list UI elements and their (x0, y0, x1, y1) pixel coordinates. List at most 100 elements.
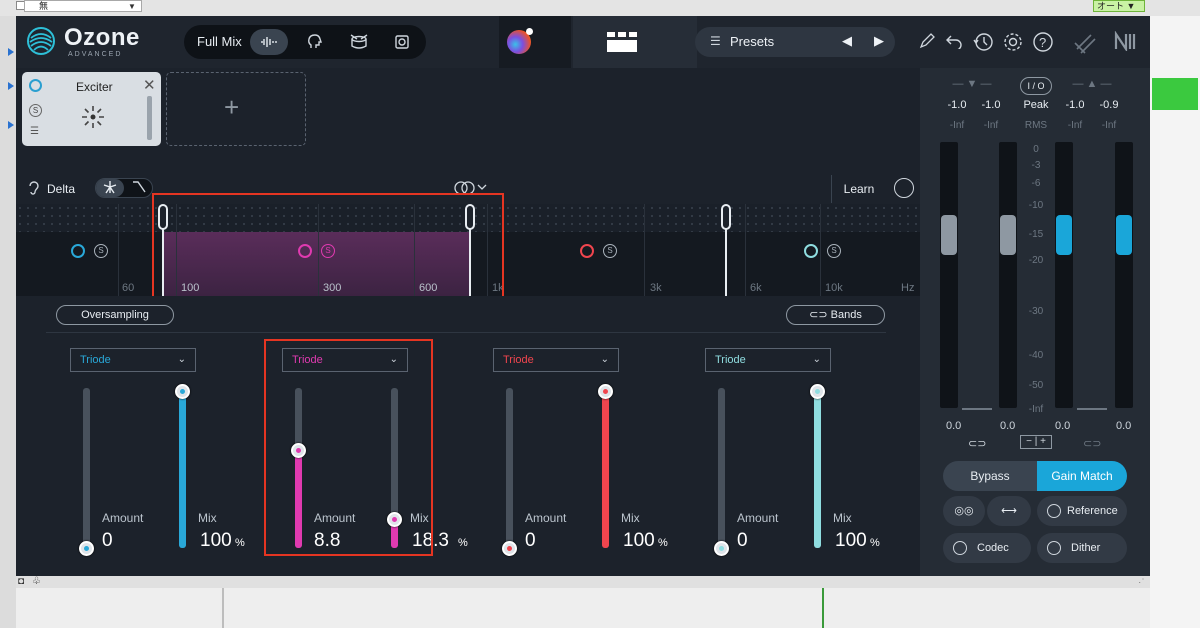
host-divider (222, 588, 224, 628)
band-1-amount-slider[interactable] (79, 541, 94, 556)
native-instruments-logo-icon[interactable] (1114, 30, 1136, 56)
band-4-power-icon[interactable] (804, 244, 818, 258)
presets-bar[interactable] (695, 27, 895, 57)
help-icon[interactable]: ? (1032, 31, 1054, 58)
host-timeline-bottom (16, 588, 1150, 628)
previous-preset-icon[interactable]: ◀ (842, 33, 852, 49)
band-1-solo-icon[interactable]: S (94, 244, 108, 258)
close-icon[interactable]: ✕ (143, 76, 156, 94)
band-4-mode-dropdown[interactable]: Triode ⌄ (705, 348, 831, 372)
link-icon[interactable]: ⊂⊃ (968, 437, 986, 450)
band-1-power-icon[interactable] (71, 244, 85, 258)
next-preset-icon[interactable]: ▶ (874, 33, 884, 49)
dither-button[interactable]: Dither (1037, 533, 1127, 563)
codec-button[interactable]: Codec (943, 533, 1031, 563)
play-arrow-icon[interactable] (8, 48, 14, 56)
band-3-power-icon[interactable] (580, 244, 594, 258)
stereo-monitor-button[interactable]: ◎◎ (943, 496, 985, 526)
grid-line (745, 204, 746, 296)
freq-unit: Hz (901, 282, 915, 294)
pencil-icon[interactable] (916, 33, 938, 54)
band-4-amount-slider[interactable] (714, 541, 729, 556)
band-1-mode-dropdown[interactable]: Triode ⌄ (70, 348, 196, 372)
meter-scale-label: -30 (1028, 306, 1044, 317)
band-3-amount-track[interactable] (506, 388, 513, 548)
module-power-icon[interactable] (29, 79, 42, 92)
output-gain-fader-l[interactable] (1056, 215, 1072, 255)
crossover-handle-3[interactable] (721, 204, 731, 230)
slider-knob-dot (603, 389, 608, 394)
audio-clip[interactable] (1152, 78, 1198, 110)
plugin-status-bar (16, 576, 1150, 588)
band-1-mix-slider[interactable] (175, 384, 190, 399)
rms-label: RMS (1024, 120, 1048, 131)
host-select[interactable]: 無 (24, 0, 142, 12)
peak-label: Peak (1023, 99, 1049, 111)
app-logo: Ozone (64, 24, 140, 51)
meter-scale-label: -20 (1028, 255, 1044, 266)
ear-icon[interactable] (27, 180, 41, 199)
play-arrow-icon[interactable] (8, 82, 14, 90)
band-view-icon[interactable] (96, 179, 124, 197)
freq-label: 3k (650, 282, 662, 294)
meter-floor (1077, 408, 1107, 410)
meter-scale-label: -15 (1028, 229, 1044, 240)
input-gain-fader-l[interactable] (941, 215, 957, 255)
learn-button[interactable]: Learn (831, 175, 886, 203)
band-1-amount-track[interactable] (83, 388, 90, 548)
freq-label: 10k (825, 282, 843, 294)
camera-icon[interactable]: ◘ (18, 576, 24, 587)
host-track-column (0, 16, 16, 628)
output-gain-fader-r[interactable] (1116, 215, 1132, 255)
vocal-mode-icon[interactable] (296, 29, 334, 55)
band-3-amount-value: 0 (525, 530, 536, 551)
speaker-mode-icon[interactable] (383, 29, 421, 55)
play-arrow-icon[interactable] (8, 121, 14, 129)
history-icon[interactable] (972, 31, 994, 58)
dither-label: Dither (1071, 542, 1101, 554)
playhead-line[interactable] (822, 588, 824, 628)
io-toggle[interactable]: I / O (1020, 77, 1052, 95)
bands-button[interactable]: ⊂⊃ Bands (786, 305, 885, 325)
band-3-mix-slider[interactable] (598, 384, 613, 399)
meter-scale-label: -6 (1031, 178, 1041, 189)
exciter-icon (82, 106, 104, 128)
output-dropdown-icon[interactable]: — ▲ — (1072, 78, 1112, 90)
swap-channels-button[interactable]: ⟷ (987, 496, 1031, 526)
link-icon[interactable]: ⊂⊃ (1083, 437, 1101, 450)
list-icon[interactable]: ☰ (30, 126, 39, 137)
drum-mode-icon[interactable] (340, 29, 378, 55)
gear-icon[interactable] (1002, 31, 1024, 58)
input-peak-r: -1.0 (981, 99, 1001, 111)
module-solo-icon[interactable]: S (29, 104, 42, 117)
slider-knob-dot (815, 389, 820, 394)
reset-icon[interactable] (894, 178, 914, 198)
bypass-button[interactable]: Bypass (943, 461, 1037, 491)
offset-link-icon[interactable]: − | + (1020, 435, 1052, 449)
waveform-mode-icon[interactable] (250, 29, 288, 55)
undo-icon[interactable] (943, 33, 965, 54)
module-scrollbar[interactable] (147, 96, 152, 140)
input-meter-r (999, 142, 1017, 408)
band-4-amount-track[interactable] (718, 388, 725, 548)
tree-icon[interactable]: ♧ (32, 576, 41, 587)
curve-view-icon[interactable] (126, 179, 152, 197)
meter-scale-label: -50 (1028, 380, 1044, 391)
chevron-down-icon: ▼ (128, 2, 136, 11)
band-4-mix-slider[interactable] (810, 384, 825, 399)
oversampling-button[interactable]: Oversampling (56, 305, 174, 325)
band-3-mode-dropdown[interactable]: Triode ⌄ (493, 348, 619, 372)
band-4-solo-icon[interactable]: S (827, 244, 841, 258)
input-gain-fader-r[interactable] (1000, 215, 1016, 255)
relay-icon[interactable] (1073, 31, 1096, 60)
gain-match-button[interactable]: Gain Match (1037, 461, 1127, 491)
automation-mode-select[interactable]: オート ▼ (1093, 0, 1145, 12)
mix-label: Mix (833, 511, 852, 525)
reference-button[interactable]: Reference (1037, 496, 1127, 526)
delta-label[interactable]: Delta (47, 182, 75, 196)
input-dropdown-icon[interactable]: — ▼ — (952, 78, 992, 90)
band-3-amount-slider[interactable] (502, 541, 517, 556)
band-3-solo-icon[interactable]: S (603, 244, 617, 258)
plus-icon[interactable]: + (224, 92, 239, 123)
meter-scale-label: 0 (1033, 144, 1039, 155)
